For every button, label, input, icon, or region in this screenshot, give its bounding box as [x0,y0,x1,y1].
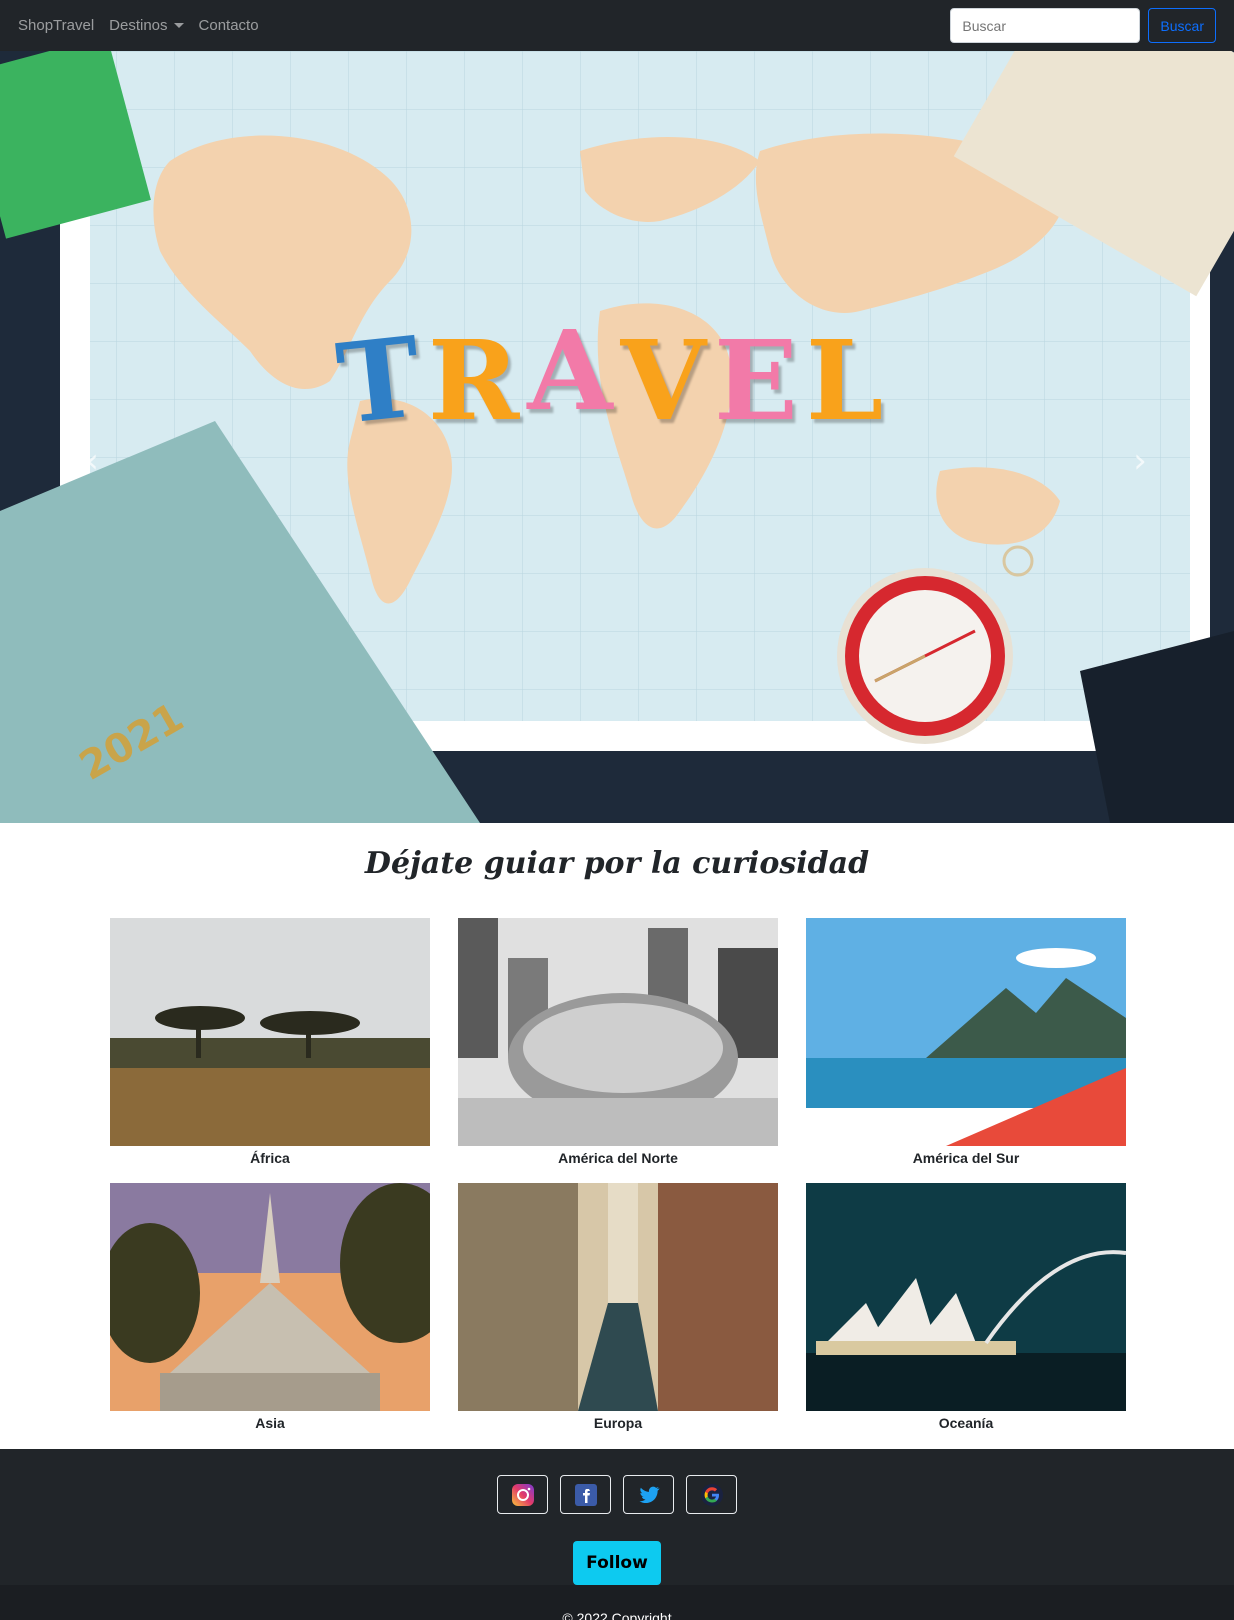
social-links [497,1475,749,1514]
destination-label: Oceanía [938,1415,994,1431]
asia-image [110,1183,430,1411]
facebook-button[interactable] [560,1475,611,1514]
africa-image [110,918,430,1146]
destination-card-north-america[interactable]: América del Norte [458,918,778,1166]
nav-contacto-link[interactable]: Contacto [199,17,259,34]
copyright-bar: © 2022 Copyright [0,1585,1234,1620]
search-form: Buscar [950,8,1216,43]
destination-label: Asia [255,1415,285,1431]
chevron-down-icon [173,23,184,28]
south-america-image [806,918,1126,1146]
twitter-button[interactable] [623,1475,674,1514]
oceania-image [806,1183,1126,1411]
destination-card-africa[interactable]: África [110,918,430,1166]
destination-label: Europa [593,1415,643,1431]
section-title: Déjate guiar por la curiosidad [364,846,870,881]
travel-letter: R [427,316,520,445]
north-america-image [458,918,778,1146]
destination-card-europe[interactable]: Europa [458,1183,778,1431]
instagram-icon [511,1483,534,1506]
instagram-button[interactable] [497,1475,548,1514]
navbar: ShopTravel Destinos Contacto Buscar [0,0,1234,51]
destination-card-south-america[interactable]: América del Sur [806,918,1126,1166]
travel-letter: A [527,306,613,435]
google-button[interactable] [686,1475,737,1514]
brand-link[interactable]: ShopTravel [18,17,94,34]
travel-letter: E [714,316,798,445]
footer: Follow [0,1449,1234,1585]
europe-image [458,1183,778,1411]
travel-letter: V [620,316,706,445]
search-button[interactable]: Buscar [1148,8,1216,43]
destination-card-asia[interactable]: Asia [110,1183,430,1431]
carousel-prev-icon[interactable]: ‹ [82,441,102,481]
twitter-icon [639,1486,660,1503]
facebook-icon [574,1483,597,1506]
follow-button[interactable]: Follow [573,1541,661,1585]
travel-letter: T [331,312,427,449]
nav-destinos-label: Destinos [109,17,168,34]
travel-letters: T R A V E L [331,312,891,449]
search-input[interactable] [950,8,1141,43]
destination-label: América del Norte [558,1150,678,1166]
carousel-next-icon[interactable]: › [1130,441,1150,481]
destination-label: África [250,1150,290,1166]
copyright-text: © 2022 Copyright [562,1610,672,1620]
destination-label: América del Sur [912,1150,1020,1166]
nav-destinos-dropdown[interactable]: Destinos [109,17,184,34]
destination-card-oceania[interactable]: Oceanía [806,1183,1126,1431]
hero-map-image [0,51,1234,823]
hero-carousel: T R A V E L 2021 ‹ › [0,51,1234,823]
google-icon [700,1483,723,1506]
travel-letter: L [805,316,884,445]
